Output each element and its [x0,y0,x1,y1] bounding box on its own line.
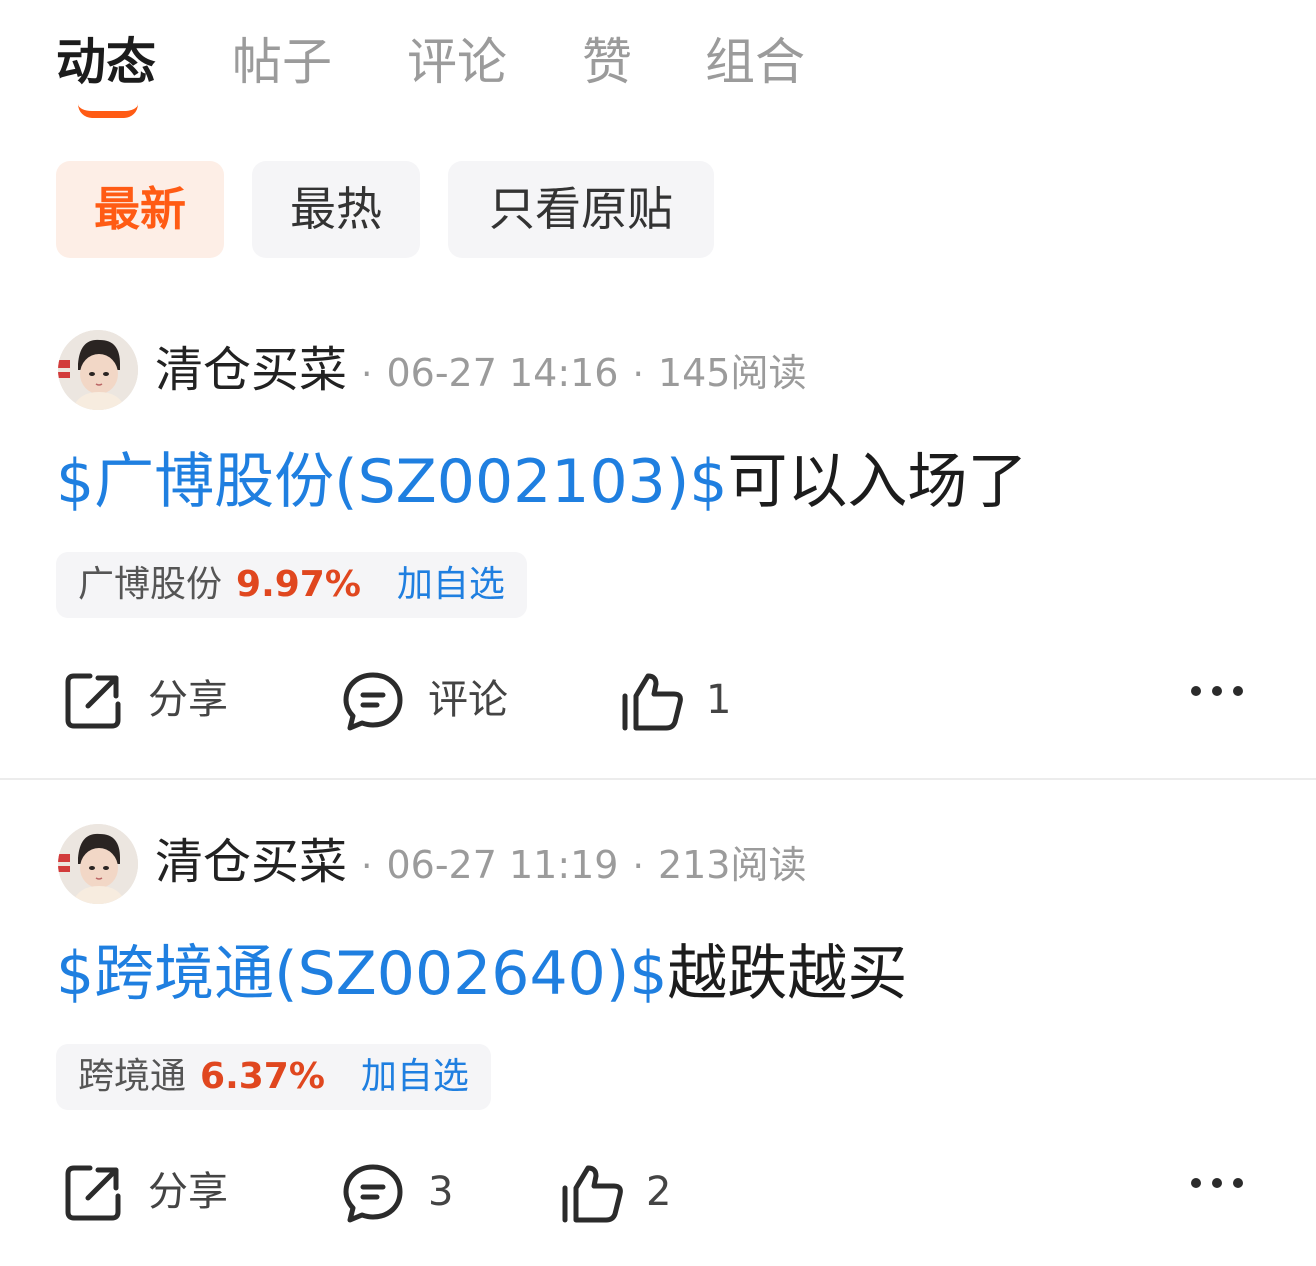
active-tab-indicator [78,104,138,118]
comment-button[interactable]: 3 [342,1152,542,1232]
comment-count: 3 [428,1169,454,1215]
tab-activity[interactable]: 动态 [56,30,156,94]
tab-portfolio[interactable]: 组合 [705,30,805,94]
avatar-image [58,330,138,410]
stock-quote-card[interactable]: 广博股份 9.97% 加自选 [56,552,527,618]
post-card[interactable]: 清仓买菜 · 06-27 11:19 · 213阅读 $跨境通(SZ002640)$越跌… [0,780,1316,1266]
avatar[interactable] [58,824,138,904]
stock-quote-card[interactable]: 跨境通 6.37% 加自选 [56,1044,491,1110]
like-icon [622,673,683,731]
share-label: 分享 [148,677,228,723]
post-card[interactable]: 清仓买菜 · 06-27 14:16 · 145阅读 $广博股份(SZ002103)$可… [0,290,1316,780]
like-icon [562,1165,623,1223]
stock-name: 广博股份 [78,564,223,605]
meta-separator: · [632,846,644,887]
comment-icon [343,1164,403,1223]
post-time: 06-27 14:16 [386,351,619,395]
author-name[interactable]: 清仓买菜 [155,342,347,398]
tab-comments[interactable]: 评论 [407,30,507,94]
stock-name: 跨境通 [78,1056,187,1097]
more-button[interactable] [1190,1152,1260,1232]
comment-icon [343,672,403,731]
like-count: 2 [646,1169,672,1215]
share-icon [65,673,121,729]
post-content[interactable]: $跨境通(SZ002640)$越跌越买 [56,934,907,1014]
profile-tabs: 动态 帖子 评论 赞 组合 [0,0,1316,130]
post-actions: 分享 评论 1 [0,660,1316,740]
post-time: 06-27 11:19 [386,843,619,887]
read-count: 213阅读 [657,843,807,887]
avatar[interactable] [58,330,138,410]
add-to-watchlist-button[interactable]: 加自选 [361,1056,469,1097]
post-content[interactable]: $广博股份(SZ002103)$可以入场了 [56,442,1027,522]
more-icon [1191,1178,1243,1188]
post-meta: 清仓买菜 · 06-27 14:16 · 145阅读 [155,340,806,400]
comment-button[interactable]: 评论 [342,660,542,740]
read-count: 145阅读 [657,351,807,395]
post-text: 可以入场了 [727,447,1028,517]
stock-change: 9.97% [236,564,361,605]
like-button[interactable]: 1 [620,660,820,740]
stock-change: 6.37% [200,1056,325,1097]
avatar-image [58,824,138,904]
tab-likes[interactable]: 赞 [582,30,632,94]
stock-link[interactable]: $跨境通(SZ002640)$ [56,939,667,1009]
more-button[interactable] [1190,660,1260,740]
like-button[interactable]: 2 [560,1152,760,1232]
stock-link[interactable]: $广博股份(SZ002103)$ [56,447,727,517]
tab-posts[interactable]: 帖子 [232,30,332,94]
filter-hot-button[interactable]: 最热 [252,161,420,258]
more-icon [1191,686,1243,696]
comment-label: 评论 [428,677,508,723]
share-button[interactable]: 分享 [62,660,262,740]
share-button[interactable]: 分享 [62,1152,262,1232]
share-icon [65,1165,121,1221]
post-actions: 分享 3 2 [0,1152,1316,1232]
share-label: 分享 [148,1169,228,1215]
like-count: 1 [706,677,732,723]
add-to-watchlist-button[interactable]: 加自选 [397,564,505,605]
meta-separator: · [361,354,373,395]
filter-original-only-button[interactable]: 只看原贴 [448,161,714,258]
meta-separator: · [632,354,644,395]
meta-separator: · [361,846,373,887]
post-meta: 清仓买菜 · 06-27 11:19 · 213阅读 [155,832,806,892]
post-text: 越跌越买 [667,939,908,1009]
filter-latest-button[interactable]: 最新 [56,161,224,258]
author-name[interactable]: 清仓买菜 [155,834,347,890]
